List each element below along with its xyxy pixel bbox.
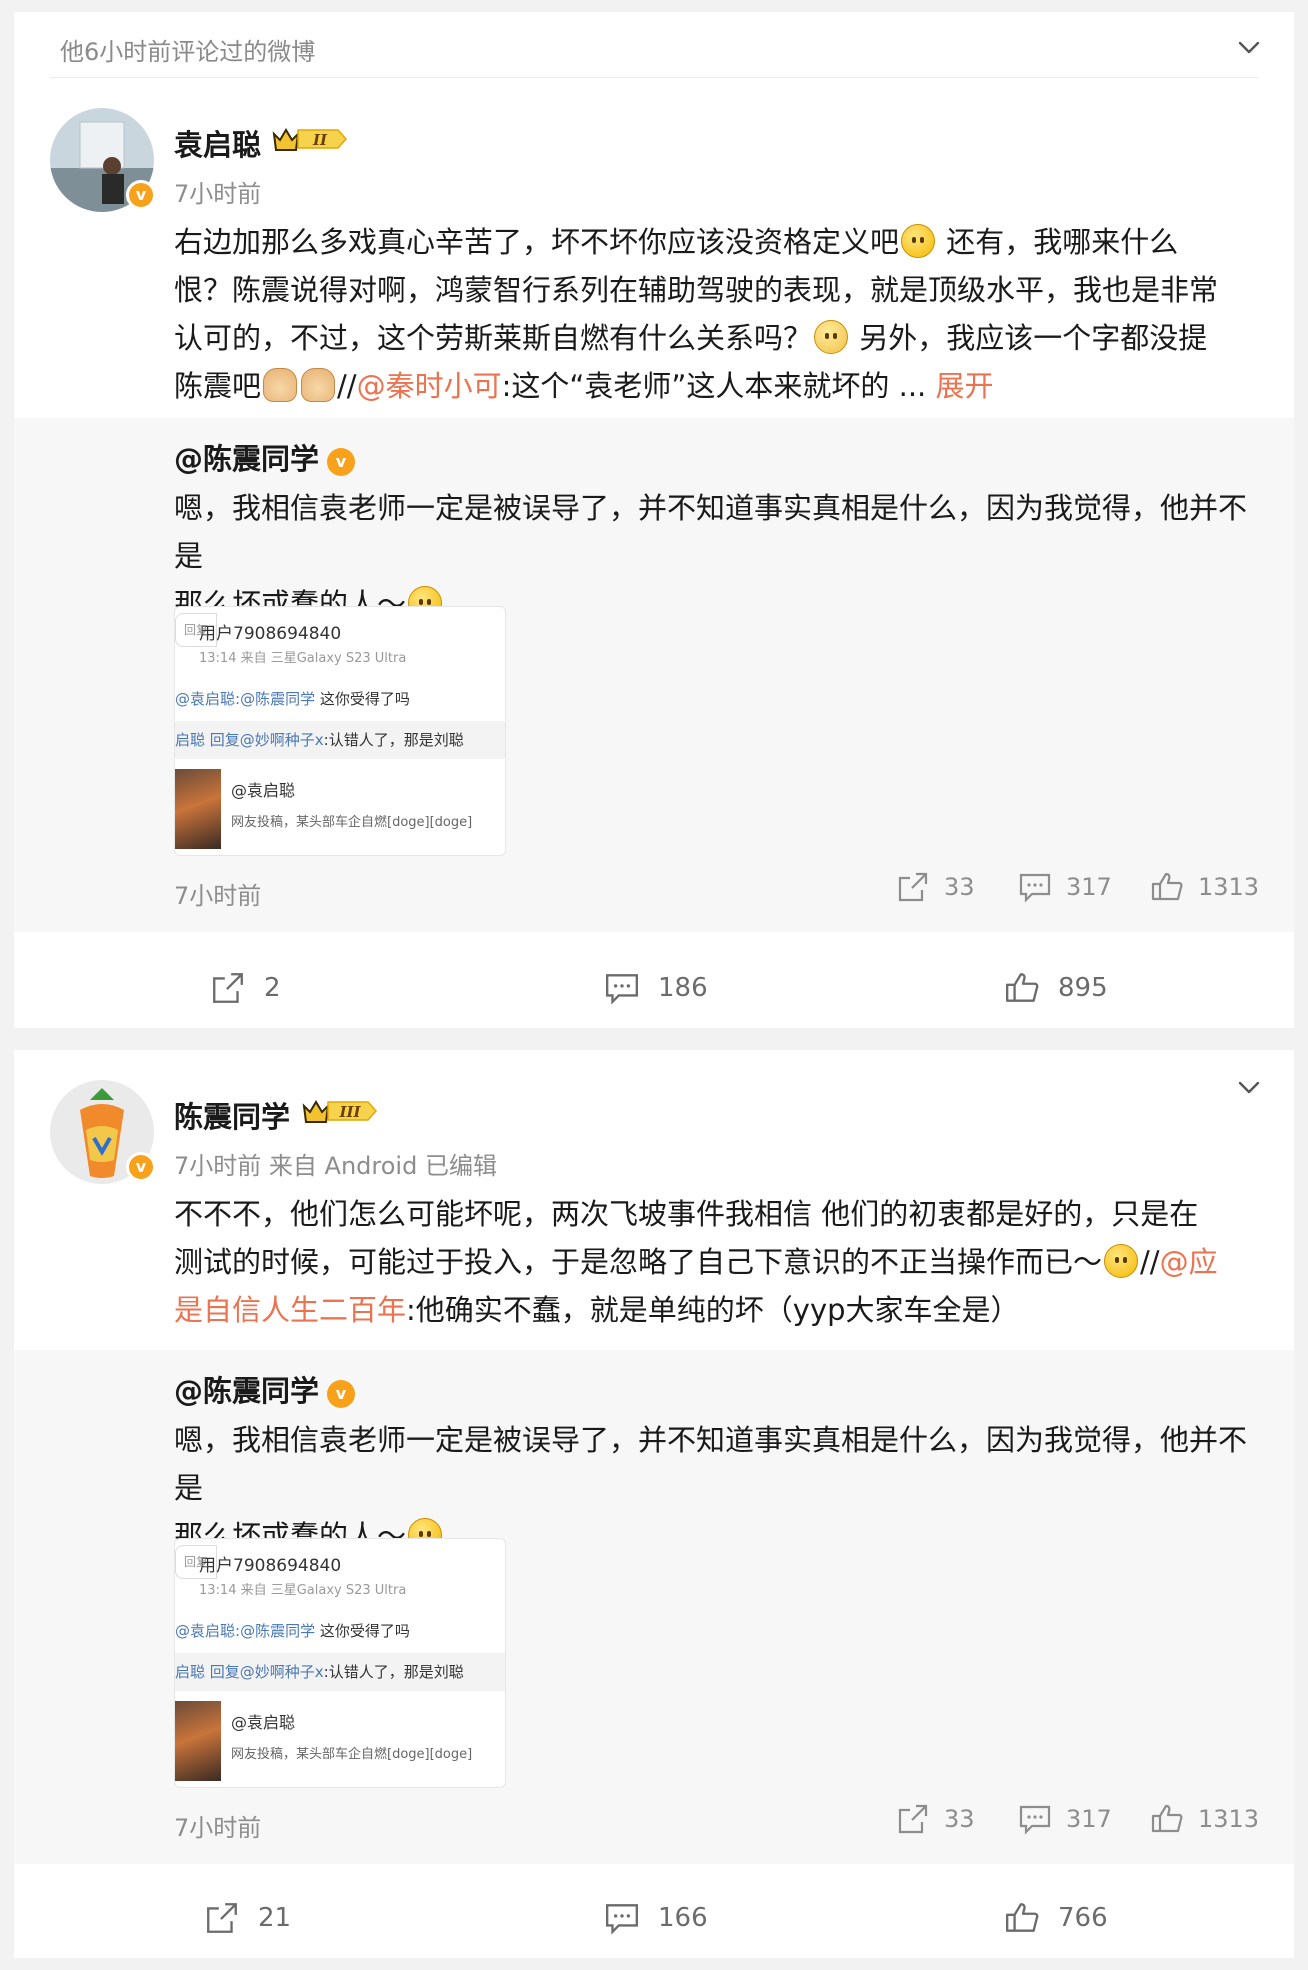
text-segment: 陈震吧 (174, 369, 262, 403)
thumb-line: @袁启聪:@陈震同学 这你受得了吗 (175, 690, 410, 708)
repost-comment-count[interactable]: 317 (1018, 1802, 1112, 1836)
section-header: 他6小时前评论过的微博 (50, 12, 1258, 78)
thumb-line: 启聪 回复@妙啊种子x:认错人了，那是刘聪 (175, 721, 505, 759)
text-segment: 另外，我应该一个字都没提 (850, 321, 1208, 355)
text-segment: 嗯，我相信袁老师一定是被误导了，并不知道事实真相是什么，因为我觉得，他并不是 (174, 491, 1248, 573)
expand-link[interactable]: 展开 (936, 369, 994, 403)
comment-icon (1019, 1805, 1051, 1835)
avatar[interactable]: v (50, 108, 156, 212)
repost-time: 7小时前 (174, 882, 262, 910)
repost-share-count[interactable]: 33 (896, 870, 975, 904)
level-text: II (312, 131, 328, 149)
laugh-cry-emoji-icon (1104, 1244, 1139, 1278)
text-segment: 还有，我哪来什么 (937, 225, 1179, 259)
verified-badge-icon: v (327, 1380, 356, 1408)
thumb-photo (175, 1701, 221, 1781)
thumb-reply: 回复 (175, 1545, 217, 1579)
thinking-emoji-icon (814, 320, 849, 354)
thumb-desc: 网友投稿，某头部车企自燃[doge][doge] (231, 815, 473, 830)
text-segment: 恨？陈震说得对啊，鸿蒙智行系列在辅助驾驶的表现，就是顶级水平，我也是非常 (174, 273, 1219, 307)
post-text: 右边加那么多戏真心辛苦了，坏不坏你应该没资格定义吧 还有，我哪来什么 恨？陈震说… (174, 218, 1264, 410)
mention-link[interactable]: @秦时小可 (357, 369, 502, 403)
image-thumbnail[interactable]: 用户7908694840 13:14 来自 三星Galaxy S23 Ultra… (174, 606, 506, 856)
thumb-time: 13:14 来自 三星Galaxy S23 Ultra (199, 651, 407, 666)
mention-link[interactable]: @应 (1160, 1245, 1218, 1279)
section-title: 他6小时前评论过的微博 (60, 38, 316, 66)
comment-button[interactable]: 166 (604, 1900, 708, 1936)
repost-time: 7小时前 (174, 1814, 262, 1842)
chevron-down-icon[interactable] (1236, 34, 1262, 60)
comment-icon (606, 1904, 638, 1935)
pray-emoji-icon (263, 368, 298, 402)
thumb-line: @袁启聪:@陈震同学 这你受得了吗 (175, 1622, 410, 1640)
share-icon (898, 872, 928, 902)
username[interactable]: 袁启聪 (174, 122, 261, 164)
text-segment: 不不不，他们怎么可能坏呢，两次飞坡事件我相信 他们的初衷都是好的，只是在 (174, 1197, 1199, 1231)
thumb-photo (175, 769, 221, 849)
share-icon (898, 1804, 928, 1834)
verified-badge-icon: v (126, 180, 156, 210)
like-button[interactable]: 766 (1004, 1900, 1108, 1936)
verified-badge-icon: v (126, 1152, 156, 1182)
thumb-desc: 网友投稿，某头部车企自燃[doge][doge] (231, 1747, 473, 1762)
thumb-reply: 回复 (175, 613, 217, 647)
post-text: 不不不，他们怎么可能坏呢，两次飞坡事件我相信 他们的初衷都是好的，只是在 测试的… (174, 1190, 1264, 1334)
share-button[interactable]: 21 (204, 1900, 291, 1936)
thumb-at: @袁启聪 (231, 781, 296, 800)
thumb-user: 用户7908694840 (199, 1556, 342, 1576)
text-segment: 认可的，不过，这个劳斯莱斯自燃有什么关系吗？ (174, 321, 813, 355)
repost-author[interactable]: @陈震同学 v (174, 1368, 356, 1410)
repost-share-count[interactable]: 33 (896, 1802, 975, 1836)
pray-emoji-icon (301, 368, 336, 402)
text-segment: // (337, 369, 357, 403)
share-icon (207, 1903, 237, 1933)
like-icon (1006, 973, 1039, 1002)
verified-badge-icon: v (327, 448, 356, 476)
post-action-bar: 2 186 895 (14, 952, 1294, 1032)
level-text: III (338, 1103, 361, 1121)
like-icon (1151, 872, 1183, 901)
repost-comment-count[interactable]: 317 (1018, 870, 1112, 904)
repost-block[interactable]: @陈震同学 v 嗯，我相信袁老师一定是被误导了，并不知道事实真相是什么，因为我觉得… (14, 1350, 1294, 1864)
weibo-card-2: v 陈震同学 III 7小时前 来自 Android 已编辑 不不不，他们怎么可… (14, 1050, 1294, 1958)
post-action-bar: 21 166 766 (14, 1882, 1294, 1962)
repost-block[interactable]: @陈震同学 v 嗯，我相信袁老师一定是被误导了，并不知道事实真相是什么，因为我觉得… (14, 418, 1294, 932)
avatar[interactable]: v (50, 1080, 156, 1184)
like-button[interactable]: 895 (1004, 970, 1108, 1006)
thumb-user: 用户7908694840 (199, 624, 342, 644)
repost-author-name[interactable]: @陈震同学 (174, 442, 319, 476)
like-icon (1151, 1804, 1183, 1833)
comment-button[interactable]: 186 (604, 970, 708, 1006)
text-segment: 右边加那么多戏真心辛苦了，坏不坏你应该没资格定义吧 (174, 225, 900, 259)
text-segment: :这个“袁老师”这人本来就坏的 ... (501, 369, 936, 403)
thumb-time: 13:14 来自 三星Galaxy S23 Ultra (199, 1583, 407, 1598)
post-meta: 7小时前 来自 Android 已编辑 (174, 1152, 497, 1180)
repost-like-count[interactable]: 1313 (1150, 1802, 1259, 1836)
share-button[interactable]: 2 (210, 970, 281, 1006)
smile-emoji-icon (901, 224, 936, 258)
crown-level-icon: III (302, 1100, 378, 1123)
repost-author-name[interactable]: @陈震同学 (174, 1374, 319, 1408)
chevron-down-icon[interactable] (1236, 1074, 1262, 1100)
thumb-at: @袁启聪 (231, 1713, 296, 1732)
post-time: 7小时前 (174, 180, 262, 208)
text-segment: // (1140, 1245, 1160, 1279)
crown-level-icon: II (272, 128, 348, 151)
text-segment: 嗯，我相信袁老师一定是被误导了，并不知道事实真相是什么，因为我觉得，他并不是 (174, 1423, 1248, 1505)
username[interactable]: 陈震同学 (174, 1094, 290, 1136)
mention-link[interactable]: 是自信人生二百年 (174, 1293, 406, 1327)
comment-icon (606, 974, 638, 1005)
repost-like-count[interactable]: 1313 (1150, 870, 1259, 904)
share-icon (213, 973, 243, 1003)
image-thumbnail[interactable]: 用户7908694840 13:14 来自 三星Galaxy S23 Ultra… (174, 1538, 506, 1788)
weibo-card-1: 他6小时前评论过的微博 v 袁启聪 II 7小时前 右边加那么多戏真心辛苦了，坏… (14, 12, 1294, 1028)
like-icon (1006, 1903, 1039, 1932)
repost-author[interactable]: @陈震同学 v (174, 436, 356, 478)
text-segment: 测试的时候，可能过于投入，于是忽略了自己下意识的不正当操作而已～ (174, 1245, 1103, 1279)
text-segment: :他确实不蠢，就是单纯的坏（yyp大家车全是） (406, 1293, 1020, 1327)
comment-icon (1019, 873, 1051, 903)
thumb-line: 启聪 回复@妙啊种子x:认错人了，那是刘聪 (175, 1653, 505, 1691)
